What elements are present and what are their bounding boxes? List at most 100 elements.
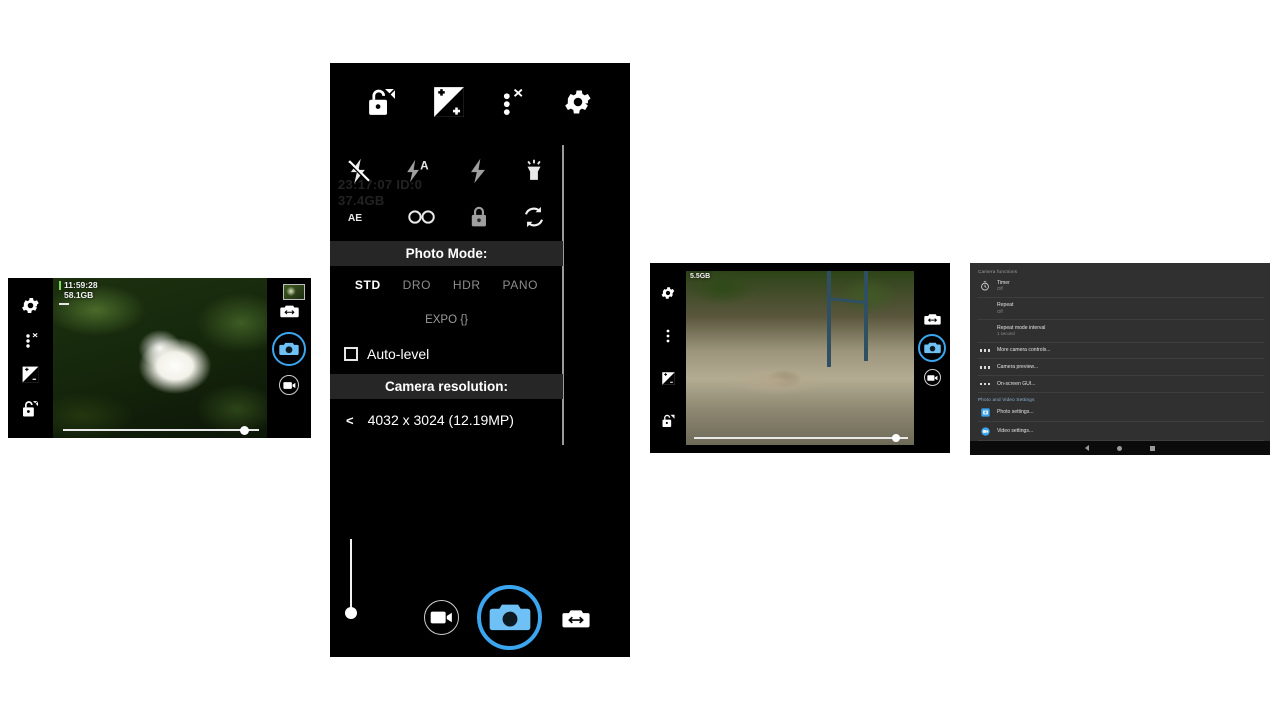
more-dots-icon <box>978 365 992 369</box>
gear-icon[interactable] <box>660 285 676 301</box>
video-record-icon[interactable] <box>424 600 459 635</box>
switch-camera-icon[interactable] <box>279 304 299 319</box>
panel1-left-toolbar <box>8 278 53 438</box>
zoom-slider-track[interactable] <box>63 429 259 431</box>
zoom-slider-knob[interactable] <box>240 425 249 435</box>
panel1-camera-preview[interactable]: 11:59:28 58.1GB <box>53 278 267 438</box>
camera-shutter-icon[interactable] <box>477 585 542 650</box>
divider <box>978 341 1264 343</box>
camera-resolution-row[interactable]: < 4032 x 3024 (12.19MP) <box>330 399 563 441</box>
setting-row-photo-settings[interactable]: Photo settings... <box>978 405 1264 419</box>
svg-text:A: A <box>420 159 429 172</box>
onscreen-gui-label: On-screen GUI... <box>997 380 1036 387</box>
setting-row-repeat[interactable]: Repeat Off <box>978 300 1264 318</box>
refresh-icon[interactable] <box>521 204 547 230</box>
unlock-exposure-icon[interactable] <box>366 86 397 119</box>
video-record-icon[interactable] <box>923 369 941 386</box>
photo-settings-icon <box>978 407 992 417</box>
photo-mode-options: STD DRO HDR PANO <box>330 266 563 302</box>
panel2-top-toolbar <box>330 63 630 141</box>
setting-row-timer[interactable]: Timer Off <box>978 277 1264 295</box>
setting-row-video-settings[interactable]: Video settings... <box>978 424 1264 438</box>
divider <box>978 375 1264 377</box>
flash-mode-row: A <box>330 149 563 193</box>
section-header-camera-functions: Camera functions <box>978 269 1018 274</box>
resolution-prev-arrow[interactable]: < <box>346 413 354 428</box>
mode-option-std[interactable]: STD <box>355 278 381 292</box>
settings-list[interactable]: Camera functions Timer Off Repeat Off Re… <box>970 263 1270 441</box>
back-button[interactable] <box>1085 445 1089 451</box>
camera-panel-flower: 11:59:28 58.1GB <box>8 278 311 438</box>
setting-row-more-camera-controls[interactable]: More camera controls... <box>978 345 1264 357</box>
auto-level-checkbox[interactable] <box>344 347 358 361</box>
video-settings-label: Video settings... <box>997 427 1034 434</box>
timer-value: Off <box>997 286 1003 292</box>
repeat-value: Off <box>997 308 1003 314</box>
mode-option-dro[interactable]: DRO <box>403 278 431 292</box>
repeat-title: Repeat <box>997 302 1014 309</box>
expo-option[interactable]: EXPO {} <box>330 302 563 342</box>
panel1-right-toolbar <box>267 278 311 438</box>
auto-exposure-icon[interactable]: AE <box>346 208 374 226</box>
screenshot-canvas: 11:59:28 58.1GB 23:17:07 ID:0 37.4GB A A… <box>0 0 1280 720</box>
mode-option-hdr[interactable]: HDR <box>453 278 481 292</box>
setting-row-camera-preview[interactable]: Camera preview... <box>978 361 1264 373</box>
switch-camera-icon[interactable] <box>562 608 590 630</box>
osd-storage: 58.1GB <box>64 289 94 300</box>
timer-icon <box>978 281 992 291</box>
camera-shutter-icon[interactable] <box>272 332 306 366</box>
unlock-icon[interactable] <box>21 399 40 419</box>
home-button[interactable] <box>1117 445 1122 451</box>
divider <box>978 296 1264 298</box>
exposure-icon[interactable] <box>21 365 40 384</box>
more-dots-icon <box>978 382 992 386</box>
camera-settings-screen: Camera functions Timer Off Repeat Off Re… <box>970 263 1270 455</box>
section-header-photo-video-settings: Photo and Video Settings <box>978 396 1035 402</box>
more-options-icon[interactable] <box>665 328 671 344</box>
panel3-right-toolbar <box>914 263 950 453</box>
panel2-bottom-toolbar <box>330 539 630 657</box>
flash-off-icon[interactable] <box>346 157 372 185</box>
recents-button[interactable] <box>1150 445 1155 451</box>
exposure-compensation-icon[interactable] <box>432 85 466 119</box>
more-options-icon[interactable] <box>501 86 527 118</box>
panel3-camera-preview[interactable]: 5.5GB <box>686 271 914 445</box>
zoom-slider-knob[interactable] <box>892 434 900 442</box>
timer-title: Timer <box>997 279 1010 286</box>
camera-preview-label: Camera preview... <box>997 363 1039 370</box>
torch-icon[interactable] <box>521 157 547 185</box>
zoom-slider-track[interactable] <box>694 437 908 439</box>
repeat-interval-value: 1 second <box>997 331 1015 337</box>
photo-settings-label: Photo settings... <box>997 408 1034 415</box>
video-record-icon[interactable] <box>279 375 299 395</box>
camera-resolution-header: Camera resolution: <box>330 374 563 399</box>
photo-mode-header: Photo Mode: <box>330 241 563 266</box>
exposure-icon[interactable] <box>661 371 676 386</box>
exposure-lock-icon[interactable] <box>469 205 489 229</box>
more-options-icon[interactable] <box>23 331 39 351</box>
zoom-slider-knob[interactable] <box>345 607 357 619</box>
mode-option-pano[interactable]: PANO <box>503 278 539 292</box>
more-camera-controls-label: More camera controls... <box>997 347 1051 354</box>
zoom-slider-track[interactable] <box>350 539 352 611</box>
divider <box>978 391 1264 393</box>
setting-row-repeat-interval[interactable]: Repeat mode interval 1 second <box>978 322 1264 340</box>
last-photo-thumbnail[interactable] <box>283 284 305 300</box>
gear-icon[interactable] <box>562 86 594 118</box>
camera-shutter-icon[interactable] <box>918 334 946 362</box>
panel3-left-toolbar <box>650 263 686 453</box>
flash-on-icon[interactable] <box>467 157 489 185</box>
infinity-focus-icon[interactable] <box>406 207 438 227</box>
photo-mode-section: Photo Mode: STD DRO HDR PANO EXPO {} Aut… <box>330 241 563 441</box>
svg-text:AE: AE <box>348 213 362 224</box>
setting-row-onscreen-gui[interactable]: On-screen GUI... <box>978 378 1264 390</box>
exposure-lock-row: AE <box>330 195 563 239</box>
unlock-icon[interactable] <box>661 413 676 429</box>
switch-camera-icon[interactable] <box>923 313 941 326</box>
auto-level-row[interactable]: Auto-level <box>330 342 563 374</box>
panel3-osd: 5.5GB <box>690 273 710 281</box>
camera-panel-cat: 5.5GB <box>650 263 950 453</box>
flash-auto-icon[interactable]: A <box>404 157 434 185</box>
gear-icon[interactable] <box>20 295 41 316</box>
osd-time: 11:59:28 <box>64 280 98 290</box>
